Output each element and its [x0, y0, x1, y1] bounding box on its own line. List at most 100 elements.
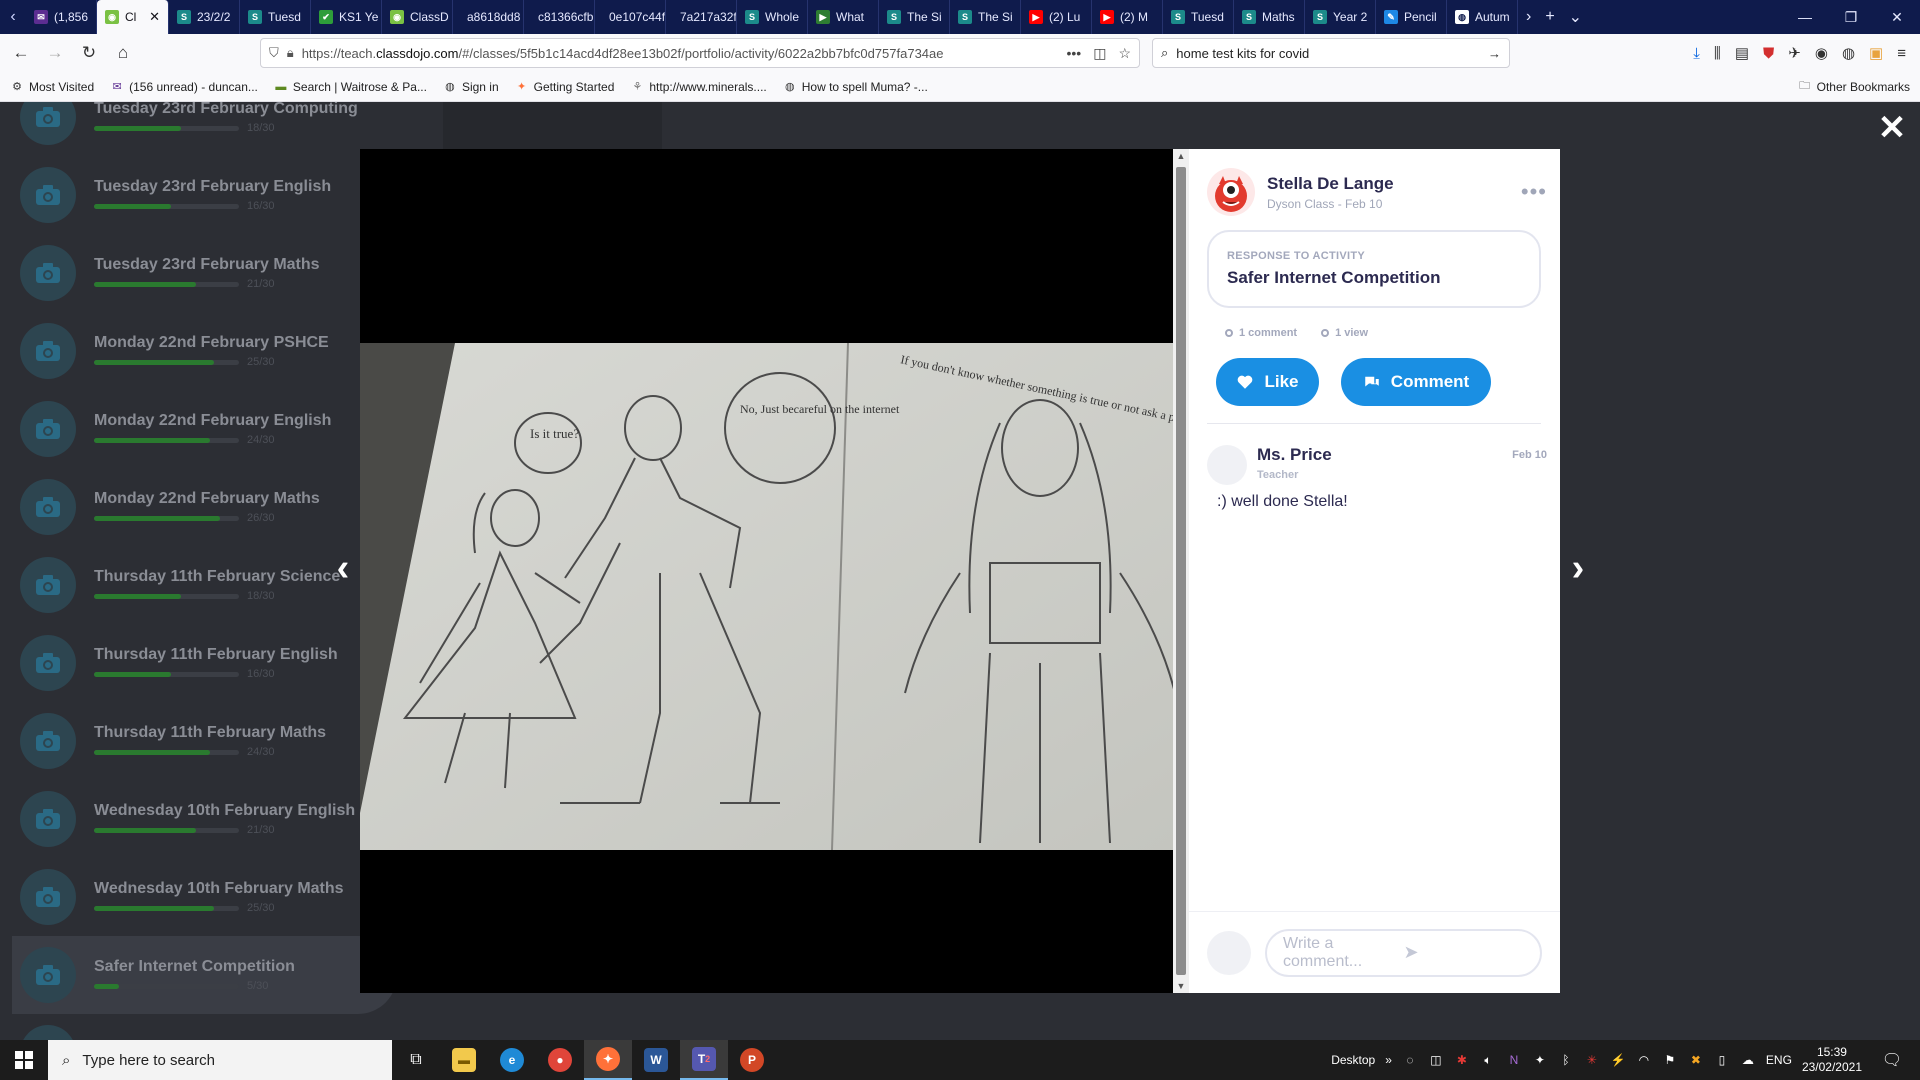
browser-tab[interactable]: S The Si [950, 0, 1021, 34]
tray-bluetooth-icon[interactable]: ᛒ [1558, 1052, 1574, 1068]
scroll-down-icon[interactable]: ▼ [1173, 979, 1189, 993]
back-icon[interactable]: ← [6, 38, 36, 68]
shield-icon[interactable]: ⛉ [269, 45, 279, 61]
bookmark-item[interactable]: ▬ Search | Waitrose & Pa... [274, 80, 427, 94]
lock-icon[interactable]: 🔒︎ [287, 45, 294, 61]
comment-input[interactable]: Write a comment... ➤ [1265, 928, 1542, 977]
post-photo[interactable]: Is it true? No, Just becareful on the in… [360, 343, 1173, 850]
clock[interactable]: 15:39 23/02/2021 [1802, 1045, 1862, 1075]
activity-list-item[interactable]: Thursday 11th February Science 18/30 [0, 546, 370, 624]
bookmark-item[interactable]: ✉ (156 unread) - duncan... [110, 80, 258, 94]
tray-network-share-icon[interactable]: ⚡ [1610, 1052, 1626, 1068]
tray-teams-icon[interactable]: ✦ [1532, 1052, 1548, 1068]
word-button[interactable]: W [632, 1040, 680, 1080]
ublock-icon[interactable]: ⛊ [1763, 45, 1774, 62]
extension-icon[interactable]: ✈ [1788, 44, 1801, 62]
author-name[interactable]: Stella De Lange [1267, 174, 1394, 194]
restore-button[interactable]: ❐ [1828, 0, 1874, 34]
url-text[interactable]: https://teach.classdojo.com/#/classes/5f… [302, 46, 1059, 61]
previous-post-icon[interactable]: ‹ [328, 548, 358, 588]
scroll-up-icon[interactable]: ▲ [1173, 149, 1189, 163]
volume-icon[interactable]: 🔈︎ [1480, 1052, 1496, 1068]
tray-vpn-icon[interactable]: ⚑ [1662, 1052, 1678, 1068]
like-button[interactable]: Like [1216, 358, 1319, 406]
browser-tab[interactable]: S Whole [737, 0, 808, 34]
browser-tab[interactable]: ◉ ClassD [382, 0, 453, 34]
close-window-button[interactable]: ✕ [1874, 0, 1920, 34]
close-tab-icon[interactable]: ✕ [149, 9, 160, 25]
edge-button[interactable]: e [488, 1040, 536, 1080]
avatar[interactable] [1207, 445, 1247, 485]
browser-tab[interactable]: S 23/2/2 [169, 0, 240, 34]
photo-scrollbar[interactable]: ▲ ▼ [1173, 149, 1189, 993]
minimize-button[interactable]: — [1782, 0, 1828, 34]
more-options-icon[interactable]: ••• [1521, 179, 1547, 205]
downloads-icon[interactable]: ⤓ [1693, 45, 1700, 62]
wifi-icon[interactable]: ◠ [1636, 1052, 1652, 1068]
activity-list-item[interactable]: Wednesday 10th February English 21/30 [0, 780, 370, 858]
comment-button[interactable]: Comment [1341, 358, 1491, 406]
page-actions-icon[interactable]: ••• [1066, 45, 1081, 62]
extension-box-icon[interactable]: ▣ [1869, 44, 1883, 62]
activity-list-item[interactable]: Monday 22nd February English 24/30 [0, 390, 370, 468]
tray-onenote-icon[interactable]: N [1506, 1052, 1522, 1068]
browser-tab[interactable]: S The Si [879, 0, 950, 34]
bookmark-item[interactable]: ◍ How to spell Muma? -... [783, 80, 928, 94]
activity-list-item[interactable]: Tuesday 23rd February Maths 21/30 [0, 234, 370, 312]
tray-security-icon[interactable]: ✳ [1584, 1052, 1600, 1068]
battery-icon[interactable]: ▯ [1714, 1052, 1730, 1068]
tab-scroll-left-icon[interactable]: ‹ [0, 0, 26, 34]
activity-list-item[interactable]: Tuesday 23rd February English 16/30 [0, 156, 370, 234]
browser-tab[interactable]: S Maths [1234, 0, 1305, 34]
extension-globe-icon[interactable]: ◍ [1842, 44, 1855, 62]
bookmark-item[interactable]: ✦ Getting Started [515, 80, 614, 94]
list-all-tabs-icon[interactable]: ⌄ [1569, 7, 1582, 27]
browser-tab[interactable]: ✔ KS1 Ye [311, 0, 382, 34]
bookmark-item[interactable]: ⚘ http://www.minerals.... [630, 80, 766, 94]
scroll-thumb[interactable] [1176, 167, 1186, 975]
pocket-icon[interactable]: ◫ [1093, 45, 1106, 62]
menu-icon[interactable]: ≡ [1897, 45, 1906, 62]
tray-adobe-icon[interactable]: ✱ [1454, 1052, 1470, 1068]
activity-list-item[interactable]: Tuesday 23rd February Computing 18/30 [0, 102, 370, 156]
account-icon[interactable]: ◉ [1815, 44, 1828, 62]
search-query[interactable]: home test kits for covid [1176, 46, 1480, 61]
activity-list-item[interactable]: Tuesday 9th February Computing [0, 1014, 370, 1040]
activity-list-item[interactable]: Wednesday 10th February Maths 25/30 [0, 858, 370, 936]
activity-list-item[interactable]: Thursday 11th February English 16/30 [0, 624, 370, 702]
library-icon[interactable]: ⫼ [1714, 45, 1721, 62]
desktop-toolbar-label[interactable]: Desktop [1331, 1053, 1375, 1067]
browser-tab[interactable]: ▶ (2) M [1092, 0, 1163, 34]
activity-list-item[interactable]: Thursday 11th February Maths 24/30 [0, 702, 370, 780]
browser-tab[interactable]: c81366cfb [524, 0, 595, 34]
activity-list-item[interactable]: Monday 22nd February PSHCE 25/30 [0, 312, 370, 390]
tray-extension-icon[interactable]: ✖ [1688, 1052, 1704, 1068]
language-indicator[interactable]: ENG [1766, 1053, 1792, 1067]
bookmark-star-icon[interactable]: ☆ [1118, 45, 1131, 62]
url-bar[interactable]: ⛉ 🔒︎ https://teach.classdojo.com/#/class… [260, 38, 1140, 68]
desktop-chevron-icon[interactable]: » [1385, 1053, 1392, 1067]
browser-tab[interactable]: S Tuesd [1163, 0, 1234, 34]
forward-icon[interactable]: → [40, 38, 70, 68]
sidebar-icon[interactable]: ▤ [1735, 44, 1749, 62]
search-bar[interactable]: ⌕ home test kits for covid → [1152, 38, 1510, 68]
new-tab-icon[interactable]: + [1545, 8, 1554, 26]
browser-tab[interactable]: ◉ Cl ✕ [97, 0, 169, 34]
browser-tab[interactable]: ◍ Autum [1447, 0, 1518, 34]
home-icon[interactable]: ⌂ [108, 38, 138, 68]
browser-tab[interactable]: 7a217a32f [666, 0, 737, 34]
student-avatar[interactable] [1207, 168, 1255, 216]
tray-app-icon[interactable]: ◌ [1402, 1052, 1418, 1068]
other-bookmarks[interactable]: 🗀︎ Other Bookmarks [1798, 80, 1910, 94]
task-view-button[interactable]: ⧉ [392, 1040, 440, 1080]
search-go-icon[interactable]: → [1488, 46, 1501, 61]
bookmark-item[interactable]: ⚙ Most Visited [10, 80, 94, 94]
chrome-button[interactable]: ● [536, 1040, 584, 1080]
activity-list-item[interactable]: Safer Internet Competition 5/30 [12, 936, 397, 1014]
start-button[interactable] [0, 1040, 48, 1080]
browser-tab[interactable]: ▶ (2) Lu [1021, 0, 1092, 34]
powerpoint-button[interactable]: P [728, 1040, 776, 1080]
notifications-icon[interactable]: 🗨︎ [1872, 1050, 1912, 1070]
tray-meet-icon[interactable]: ◫ [1428, 1052, 1444, 1068]
browser-tab[interactable]: S Year 2 [1305, 0, 1376, 34]
